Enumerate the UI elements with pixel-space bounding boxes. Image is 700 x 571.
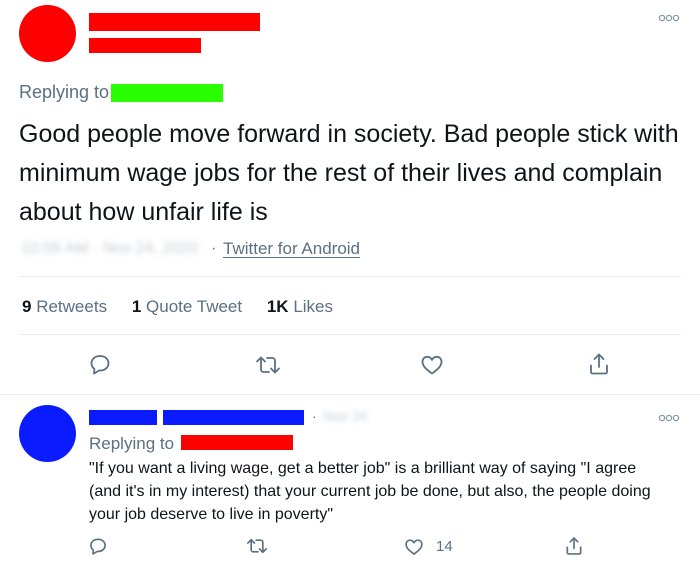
reply-meta-separator: · <box>312 408 317 424</box>
likes-count: 1K <box>266 297 289 316</box>
reply-replying-to-label: Replying to <box>89 434 175 453</box>
retweet-icon[interactable] <box>255 353 281 377</box>
meta-separator: · <box>211 240 217 257</box>
reply-like-count: 14 <box>436 538 453 555</box>
tweet-source-link[interactable]: Twitter for Android <box>223 239 360 259</box>
likes-label: Likes <box>293 297 333 316</box>
replying-to-handle-redaction[interactable] <box>111 84 223 102</box>
reply-more-options-icon[interactable] <box>658 410 680 427</box>
quotes-count: 1 <box>131 297 142 316</box>
reply-reply-icon[interactable] <box>88 536 108 556</box>
likes-stat[interactable]: 1K Likes <box>267 297 333 316</box>
author-avatar[interactable] <box>19 5 76 62</box>
reply-text: "If you want a living wage, get a better… <box>89 460 651 523</box>
retweets-count: 9 <box>22 297 32 316</box>
quotes-stat[interactable]: 1 Quote Tweet <box>132 297 247 316</box>
reply-author-handle-redaction[interactable] <box>163 410 304 425</box>
tweet-text: Good people move forward in society. Bad… <box>19 120 679 226</box>
author-handle-redaction[interactable] <box>89 38 201 53</box>
like-icon[interactable] <box>420 353 444 377</box>
tweet-timestamp[interactable]: 10:09 AM · Nov 24, 2020 <box>21 240 198 258</box>
quotes-label: Quote Tweet <box>146 297 243 316</box>
reply-replying-to-handle-redaction[interactable] <box>181 435 293 450</box>
reply-icon[interactable] <box>88 352 112 376</box>
divider <box>19 276 681 277</box>
divider <box>0 394 700 395</box>
replying-to-label: Replying to <box>19 82 110 102</box>
share-icon[interactable] <box>587 351 611 377</box>
retweets-stat[interactable]: 9 Retweets <box>22 297 112 316</box>
more-options-icon[interactable] <box>658 10 680 27</box>
retweets-label: Retweets <box>36 297 108 316</box>
divider <box>19 334 681 335</box>
reply-author-avatar[interactable] <box>19 405 76 462</box>
reply-share-icon[interactable] <box>564 535 584 557</box>
author-display-name-redaction[interactable] <box>89 13 260 31</box>
reply-date[interactable]: Nov 24 <box>323 408 367 424</box>
reply-like-icon[interactable] <box>404 537 424 557</box>
tweet-stats: 9 Retweets 1 Quote Tweet 1K Likes <box>22 297 333 317</box>
reply-retweet-icon[interactable] <box>246 536 268 556</box>
reply-author-name-redaction[interactable] <box>89 410 157 425</box>
